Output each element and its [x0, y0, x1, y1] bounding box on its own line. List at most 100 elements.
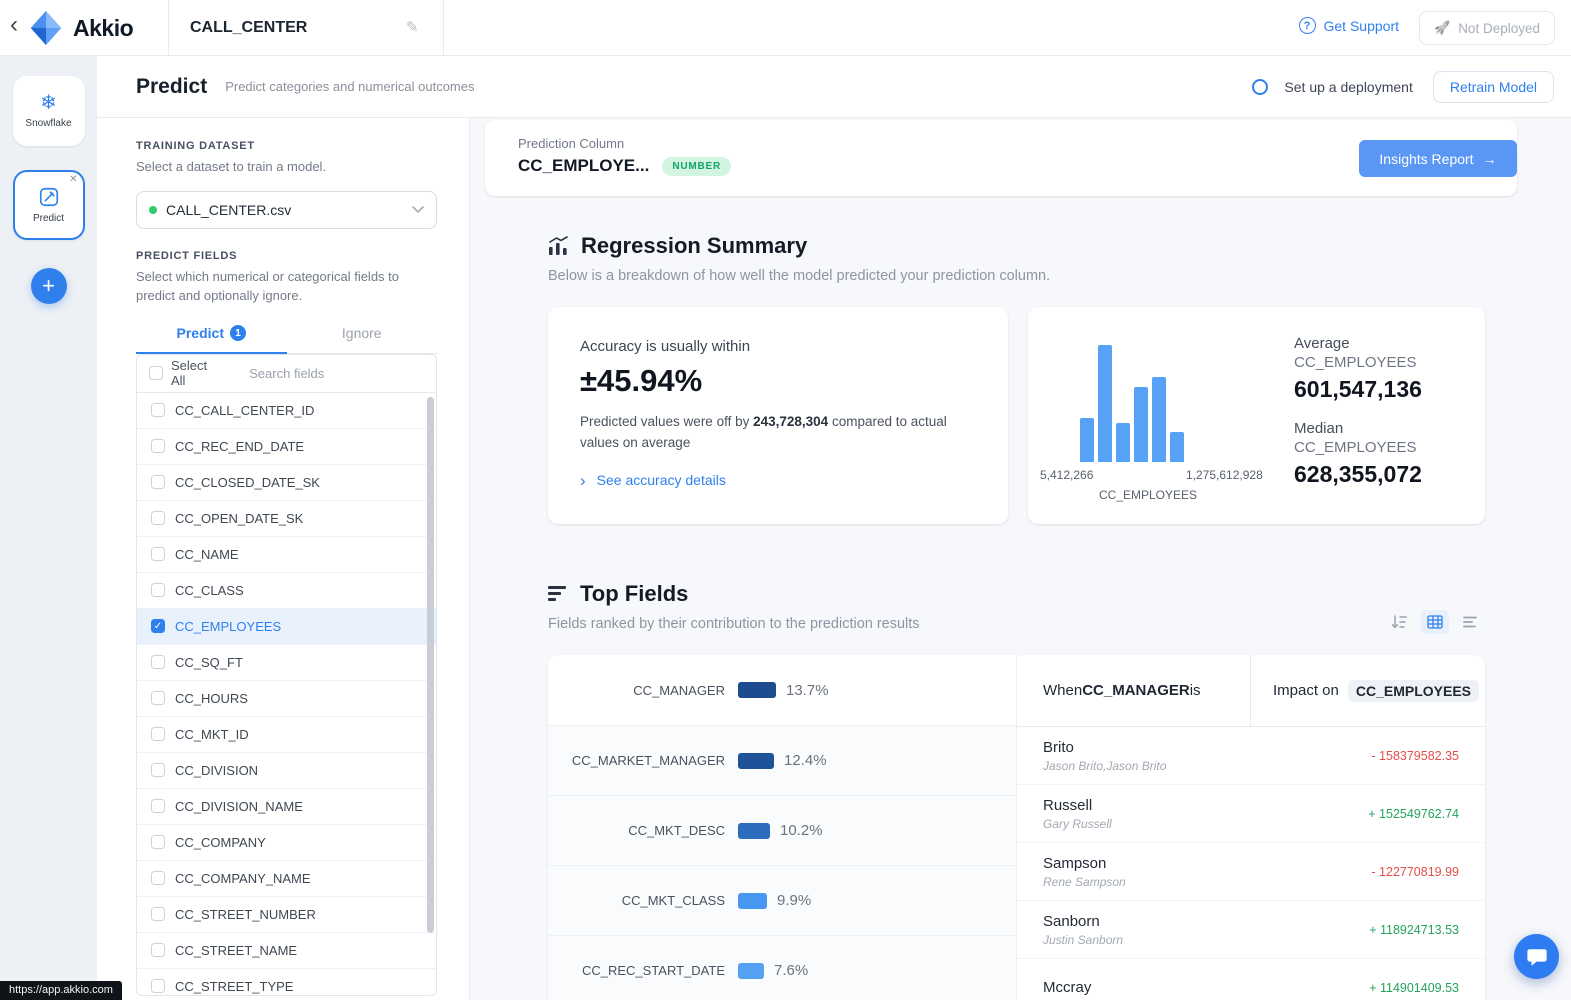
- sidebar-node-predict[interactable]: ✕ Predict: [12, 170, 85, 240]
- chat-widget-button[interactable]: [1514, 934, 1559, 979]
- impact-value-cell: Sanborn Justin Sanborn: [1043, 913, 1123, 947]
- impact-value-name: Mccray: [1043, 979, 1092, 996]
- sort-view-button[interactable]: [1385, 610, 1413, 634]
- contribution-bar: [738, 962, 764, 979]
- field-checkbox[interactable]: [151, 943, 165, 958]
- top-field-row[interactable]: CC_MARKET_MANAGER 12.4%: [548, 725, 1016, 795]
- not-deployed-button[interactable]: 🚀 Not Deployed: [1419, 11, 1555, 45]
- select-all-label: Select All: [171, 358, 208, 389]
- impact-rows: Brito Jason Brito,Jason Brito - 158379582.…: [1017, 727, 1485, 1000]
- akkio-logo[interactable]: Akkio: [28, 10, 134, 46]
- impact-on-header: Impact on CC_EMPLOYEES: [1250, 655, 1485, 726]
- top-fields-title: Top Fields: [580, 581, 689, 606]
- top-field-row[interactable]: CC_MKT_DESC 10.2%: [548, 795, 1016, 865]
- impact-row[interactable]: Sampson Rene Sampson - 122770819.99: [1017, 843, 1485, 901]
- tab-ignore[interactable]: Ignore: [287, 325, 438, 353]
- impact-examples: Jason Brito,Jason Brito: [1043, 758, 1167, 773]
- field-checkbox[interactable]: [151, 547, 165, 562]
- histogram-bar: [1134, 387, 1148, 462]
- field-checkbox[interactable]: [151, 871, 165, 886]
- field-checkbox[interactable]: [151, 403, 165, 418]
- search-fields-input[interactable]: [249, 365, 426, 381]
- get-support-link[interactable]: ? Get Support: [1298, 17, 1399, 34]
- impact-row[interactable]: Sanborn Justin Sanborn + 118924713.53: [1017, 901, 1485, 959]
- bars-view-button[interactable]: [1457, 610, 1485, 634]
- field-row[interactable]: CC_SQ_FT: [137, 645, 436, 681]
- field-row[interactable]: ✓ CC_EMPLOYEES: [137, 608, 436, 645]
- field-checkbox[interactable]: [151, 727, 165, 742]
- contribution-percent: 7.6%: [774, 962, 809, 979]
- field-checkbox[interactable]: [151, 799, 165, 814]
- field-checkbox[interactable]: [151, 763, 165, 778]
- regression-summary-title: Regression Summary: [581, 233, 808, 258]
- top-fields-card: CC_MANAGER 13.7% CC_MARKET_MANAGER 12.4% CC_…: [548, 655, 1485, 1000]
- contribution-field-label: CC_MKT_CLASS: [621, 893, 725, 908]
- field-checkbox[interactable]: [151, 511, 165, 526]
- training-dataset-heading: TRAINING DATASET: [136, 140, 255, 152]
- field-checkbox[interactable]: ✓: [151, 619, 165, 634]
- field-row[interactable]: CC_DIVISION: [137, 753, 436, 789]
- field-row[interactable]: CC_CLOSED_DATE_SK: [137, 465, 436, 501]
- top-fields-icon: [548, 586, 566, 601]
- impact-value-name: Brito: [1043, 738, 1074, 756]
- impact-when-header: When CC_MANAGER is: [1017, 655, 1250, 726]
- field-row[interactable]: CC_COMPANY_NAME: [137, 861, 436, 897]
- chat-bubble-icon: [1526, 948, 1547, 966]
- edit-icon[interactable]: ✎: [406, 18, 419, 36]
- add-node-button[interactable]: +: [30, 268, 67, 304]
- field-row[interactable]: CC_STREET_NUMBER: [137, 897, 436, 933]
- field-row[interactable]: CC_OPEN_DATE_SK: [137, 501, 436, 537]
- back-chevron-icon[interactable]: ‹: [10, 13, 18, 37]
- field-row[interactable]: CC_DIVISION_NAME: [137, 789, 436, 825]
- top-field-row[interactable]: CC_MANAGER 13.7%: [548, 655, 1016, 725]
- top-field-row[interactable]: CC_REC_START_DATE 7.6%: [548, 935, 1016, 1000]
- impact-row[interactable]: Russell Gary Russell + 152549762.74: [1017, 785, 1485, 843]
- insights-report-button[interactable]: Insights Report →: [1359, 140, 1517, 177]
- field-checkbox[interactable]: [151, 979, 165, 994]
- impact-row[interactable]: Brito Jason Brito,Jason Brito - 158379582.…: [1017, 727, 1485, 785]
- field-row[interactable]: CC_STREET_NAME: [137, 933, 436, 969]
- field-label: CC_COMPANY: [175, 834, 266, 850]
- field-checkbox[interactable]: [151, 655, 165, 670]
- deployment-radio[interactable]: [1252, 78, 1269, 95]
- distribution-stats: Average CC_EMPLOYEES 601,547,136 Median …: [1294, 335, 1422, 488]
- field-row[interactable]: CC_HOURS: [137, 681, 436, 717]
- field-row[interactable]: CC_COMPANY: [137, 825, 436, 861]
- accuracy-heading: Accuracy is usually within: [580, 338, 751, 355]
- dataset-status-dot: [149, 205, 157, 214]
- retrain-model-button[interactable]: Retrain Model: [1432, 70, 1554, 103]
- sidebar-node-snowflake[interactable]: ❄ Snowflake: [12, 76, 85, 146]
- close-icon[interactable]: ✕: [69, 174, 77, 185]
- dataset-select[interactable]: CALL_CENTER.csv: [136, 190, 437, 229]
- field-checkbox[interactable]: [151, 835, 165, 850]
- field-checkbox[interactable]: [151, 583, 165, 598]
- field-checkbox[interactable]: [151, 475, 165, 490]
- fields-list: CC_CALL_CENTER_ID CC_REC_END_DATE CC_CLOSE…: [137, 393, 436, 995]
- fields-scrollbar[interactable]: [427, 396, 434, 933]
- impact-value-cell: Mccray: [1043, 979, 1091, 996]
- impact-examples: Rene Sampson: [1043, 874, 1126, 889]
- table-view-button[interactable]: [1421, 610, 1449, 634]
- see-accuracy-details-label: See accuracy details: [596, 472, 726, 489]
- field-row[interactable]: CC_REC_END_DATE: [137, 429, 436, 465]
- field-row[interactable]: CC_CLASS: [137, 573, 436, 609]
- field-checkbox[interactable]: [151, 907, 165, 922]
- impact-value-cell: Sampson Rene Sampson: [1043, 855, 1126, 889]
- field-row[interactable]: CC_CALL_CENTER_ID: [137, 393, 436, 429]
- field-row[interactable]: CC_MKT_ID: [137, 717, 436, 753]
- field-checkbox[interactable]: [151, 439, 165, 454]
- field-row[interactable]: CC_STREET_TYPE: [137, 969, 436, 995]
- tab-predict[interactable]: Predict 1: [136, 324, 287, 354]
- top-field-row[interactable]: CC_MKT_CLASS 9.9%: [548, 865, 1016, 935]
- x-max-label: 1,275,612,928: [1186, 468, 1263, 482]
- field-checkbox[interactable]: [151, 691, 165, 706]
- average-value: 601,547,136: [1294, 376, 1422, 402]
- field-label: CC_CLOSED_DATE_SK: [175, 474, 320, 490]
- field-row[interactable]: CC_NAME: [137, 537, 436, 573]
- contribution-percent: 10.2%: [780, 822, 823, 839]
- select-all-checkbox[interactable]: [149, 366, 163, 381]
- see-accuracy-details-link[interactable]: › See accuracy details: [580, 472, 976, 489]
- when-suffix: is: [1189, 682, 1201, 699]
- impact-on-prefix: Impact on: [1273, 682, 1339, 699]
- impact-row[interactable]: Mccray + 114901409.53: [1017, 959, 1485, 1000]
